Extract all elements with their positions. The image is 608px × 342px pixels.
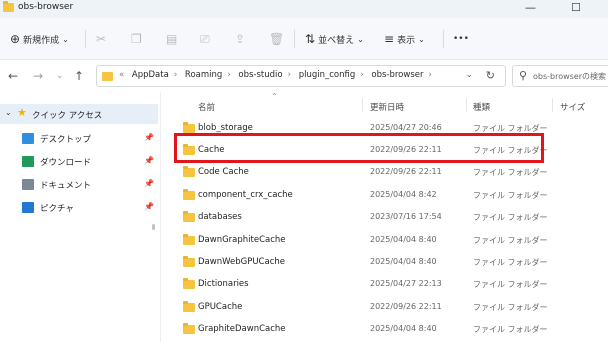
address-bar[interactable]: « AppData › Roaming › obs-studio › plugin_c… bbox=[96, 65, 506, 87]
search-input[interactable]: ⚲ obs-browserの検索 bbox=[512, 65, 608, 87]
pin-icon: 📌 bbox=[144, 156, 154, 165]
view-list-icon: ≡ bbox=[384, 32, 395, 46]
address-row: ← → ⌄ ↑ « AppData › Roaming › obs-studio › … bbox=[0, 60, 608, 92]
breadcrumb-item[interactable]: obs-studio bbox=[238, 70, 282, 80]
scissors-icon: ✂ bbox=[96, 32, 107, 46]
breadcrumb: « AppData › Roaming › obs-studio › plugin_c… bbox=[119, 70, 432, 80]
breadcrumb-item[interactable]: Roaming bbox=[185, 70, 222, 80]
refresh-icon[interactable]: ↻ bbox=[486, 69, 495, 82]
delete-button[interactable]: 🗑 bbox=[269, 30, 287, 48]
breadcrumb-item[interactable]: obs-browser bbox=[371, 70, 423, 80]
up-button[interactable]: ↑ bbox=[74, 69, 84, 83]
sidebar-item-downloads[interactable]: ダウンロード 📌 bbox=[22, 153, 158, 171]
column-header-type[interactable]: 種類 bbox=[473, 101, 490, 113]
chevron-down-icon: ⌄ bbox=[418, 34, 425, 44]
title-bar: obs-browser — ☐ bbox=[0, 0, 608, 18]
trash-icon: 🗑 bbox=[269, 32, 285, 46]
list-item[interactable]: databases 2023/07/16 17:54 ファイル フォルダー bbox=[170, 207, 608, 229]
star-icon: ★ bbox=[17, 106, 27, 119]
sort-ascending-icon: ⌃ bbox=[271, 92, 278, 101]
folder-icon bbox=[183, 211, 195, 222]
list-item[interactable]: Dictionaries 2025/04/27 22:13 ファイル フォルダー bbox=[170, 274, 608, 296]
share-icon: ⇪ bbox=[235, 32, 246, 46]
maximize-button[interactable]: ☐ bbox=[571, 1, 581, 14]
column-header-name[interactable]: 名前 bbox=[198, 101, 215, 113]
picture-icon bbox=[22, 202, 34, 213]
folder-icon bbox=[183, 189, 195, 200]
folder-icon bbox=[183, 278, 195, 289]
column-header-date[interactable]: 更新日時 bbox=[370, 101, 404, 113]
pin-icon: 📌 bbox=[144, 133, 154, 142]
clipboard-icon: ▤ bbox=[166, 32, 178, 46]
highlight-box bbox=[174, 133, 544, 163]
paste-button[interactable]: ▤ bbox=[166, 30, 180, 48]
scrollbar[interactable] bbox=[152, 224, 155, 230]
window-title: obs-browser bbox=[18, 2, 74, 12]
address-history-dropdown[interactable]: ⌄ bbox=[465, 70, 473, 80]
folder-icon bbox=[3, 1, 14, 12]
desktop-icon bbox=[22, 133, 34, 144]
document-icon bbox=[22, 179, 34, 190]
folder-icon bbox=[183, 234, 195, 245]
cut-button[interactable]: ✂ bbox=[96, 30, 109, 48]
view-button[interactable]: ≡ 表示 ⌄ bbox=[384, 30, 428, 48]
list-item[interactable]: GraphiteDawnCache 2025/04/04 8:40 ファイル フ… bbox=[170, 319, 608, 341]
pin-icon: 📌 bbox=[144, 179, 154, 188]
breadcrumb-item[interactable]: AppData bbox=[132, 70, 169, 80]
sidebar-item-desktop[interactable]: デスクトップ 📌 bbox=[22, 130, 158, 148]
list-item[interactable]: GPUCache 2022/09/26 22:11 ファイル フォルダー bbox=[170, 297, 608, 319]
folder-icon bbox=[183, 122, 195, 133]
more-options-button[interactable]: ••• bbox=[453, 30, 469, 48]
sidebar-item-documents[interactable]: ドキュメント 📌 bbox=[22, 176, 158, 194]
share-button[interactable]: ⇪ bbox=[235, 30, 248, 48]
pin-icon: 📌 bbox=[144, 202, 154, 211]
search-icon: ⚲ bbox=[519, 69, 528, 82]
more-icon: ••• bbox=[453, 34, 469, 44]
column-header-size[interactable]: サイズ bbox=[560, 101, 585, 113]
list-item[interactable]: Code Cache 2022/09/26 22:11 ファイル フォルダー bbox=[170, 162, 608, 184]
chevron-down-icon: ⌄ bbox=[357, 34, 364, 44]
folder-icon bbox=[183, 301, 195, 312]
rename-icon: ⎚ bbox=[200, 31, 210, 46]
list-item[interactable]: DawnGraphiteCache 2025/04/04 8:40 ファイル フ… bbox=[170, 230, 608, 252]
navigation-pane: ⌄ ★ クイック アクセス デスクトップ 📌 ダウンロード 📌 ドキュメント 📌… bbox=[0, 92, 160, 342]
command-bar: ⊕ 新規作成 ⌄ ✂ ❐ ▤ ⎚ ⇪ 🗑 ⇅ 並べ替え ⌄ ≡ 表示 ⌄ ••• bbox=[0, 18, 608, 60]
sidebar-item-quick-access[interactable]: ⌄ ★ クイック アクセス bbox=[0, 104, 158, 124]
download-icon bbox=[22, 156, 34, 167]
sort-icon: ⇅ bbox=[305, 32, 316, 46]
new-button[interactable]: ⊕ 新規作成 ⌄ bbox=[10, 30, 72, 48]
copy-button[interactable]: ❐ bbox=[131, 30, 145, 48]
back-button[interactable]: ← bbox=[8, 69, 18, 83]
minimize-button[interactable]: — bbox=[525, 1, 536, 14]
sort-button[interactable]: ⇅ 並べ替え ⌄ bbox=[305, 30, 367, 48]
sidebar-item-pictures[interactable]: ピクチャ 📌 bbox=[22, 199, 158, 217]
breadcrumb-item[interactable]: plugin_config bbox=[299, 70, 356, 80]
copy-icon: ❐ bbox=[131, 32, 142, 46]
folder-icon bbox=[102, 72, 113, 81]
list-item[interactable]: DawnWebGPUCache 2025/04/04 8:40 ファイル フォル… bbox=[170, 252, 608, 274]
plus-circle-icon: ⊕ bbox=[10, 32, 21, 46]
breadcrumb-overflow[interactable]: « bbox=[119, 70, 124, 80]
list-item[interactable]: component_crx_cache 2025/04/04 8:42 ファイル… bbox=[170, 185, 608, 207]
forward-button[interactable]: → bbox=[33, 69, 43, 83]
chevron-down-icon: ⌄ bbox=[62, 34, 69, 44]
folder-icon bbox=[183, 323, 195, 334]
recent-locations-button[interactable]: ⌄ bbox=[56, 71, 64, 81]
folder-icon bbox=[183, 256, 195, 267]
folder-icon bbox=[183, 166, 195, 177]
rename-button[interactable]: ⎚ bbox=[200, 30, 213, 48]
chevron-down-icon: ⌄ bbox=[5, 108, 12, 117]
